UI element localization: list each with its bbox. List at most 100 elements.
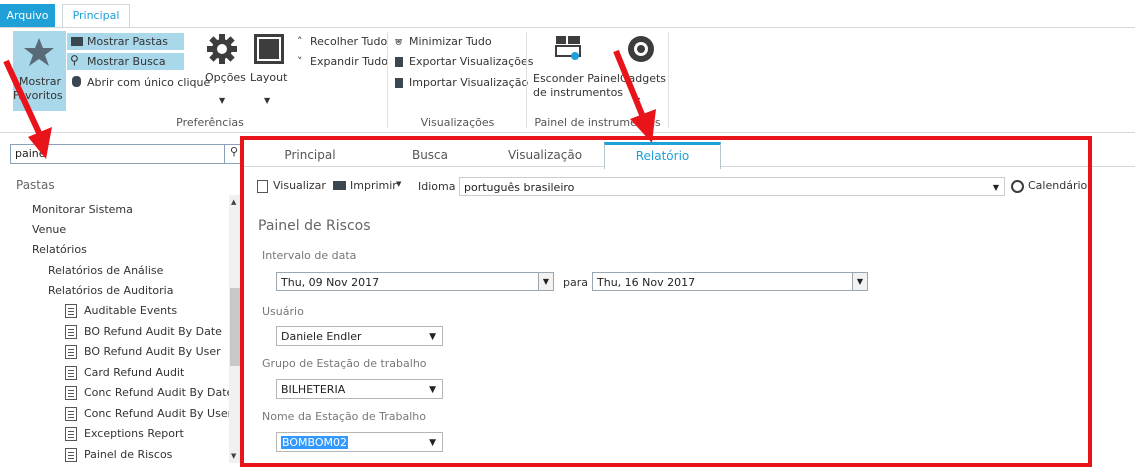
sidebar-scroll-thumb[interactable] xyxy=(230,288,240,366)
document-icon xyxy=(65,448,77,462)
scroll-down-icon[interactable]: ▼ xyxy=(231,452,236,460)
mostrar-busca-label: Mostrar Busca xyxy=(87,55,166,68)
visualizar-button[interactable]: Visualizar xyxy=(257,179,326,195)
esconder-painel-button[interactable]: Esconder Painel de instrumentos xyxy=(530,32,623,102)
report-title: Painel de Riscos xyxy=(258,218,371,234)
dropdown-arrow-icon[interactable]: ▼ xyxy=(852,273,867,290)
mostrar-busca-button[interactable]: ⚲ Mostrar Busca xyxy=(67,53,184,70)
abrir-clique-label: Abrir com único clique xyxy=(87,76,211,89)
dashboard-icon xyxy=(555,36,581,60)
document-icon xyxy=(65,325,77,339)
opcoes-label: Opções xyxy=(205,71,246,84)
search-input[interactable] xyxy=(11,145,220,161)
tree-item-venue[interactable]: Venue xyxy=(32,223,66,236)
tab-relatorio[interactable]: Relatório xyxy=(604,142,721,169)
minimizar-tudo-label: Minimizar Tudo xyxy=(409,35,492,48)
grupo-value: BILHETERIA xyxy=(281,383,346,396)
date-from-picker[interactable]: Thu, 09 Nov 2017 ▼ xyxy=(276,272,554,291)
export-icon xyxy=(395,57,403,67)
tree-item-conc-refund-user[interactable]: Conc Refund Audit By User xyxy=(84,407,232,420)
nome-label: Nome da Estação de Trabalho xyxy=(262,410,427,423)
usuario-select[interactable]: Daniele Endler ▼ xyxy=(276,326,443,346)
intervalo-label: Intervalo de data xyxy=(262,249,357,262)
imprimir-label: Imprimir xyxy=(350,179,397,192)
expandir-tudo-label: Expandir Tudo xyxy=(310,55,388,68)
exportar-visualizacoes-button[interactable]: Exportar Visualizações xyxy=(393,55,533,71)
gadgets-button[interactable]: Gadgets ▼ xyxy=(618,32,668,112)
visualizar-label: Visualizar xyxy=(273,179,326,192)
preview-icon xyxy=(257,180,268,193)
usuario-label: Usuário xyxy=(262,305,304,318)
usuario-value: Daniele Endler xyxy=(281,330,362,343)
document-icon xyxy=(65,407,77,421)
exportar-visualizacoes-label: Exportar Visualizações xyxy=(409,55,534,68)
tree-item-conc-refund-date[interactable]: Conc Refund Audit By Date/ xyxy=(84,386,237,399)
group-label-painel: Painel de instrumentos xyxy=(534,116,661,129)
tab-visualizacao[interactable]: Visualização xyxy=(490,147,600,166)
idioma-select[interactable]: português brasileiro ▼ xyxy=(459,177,1005,196)
chevron-down-icon: ▼ xyxy=(634,96,641,105)
folder-icon xyxy=(71,37,83,46)
pastas-heading: Pastas xyxy=(16,178,55,192)
imprimir-button[interactable]: Imprimir ▼ xyxy=(333,179,408,195)
chevron-down-icon: ▼ xyxy=(264,96,271,105)
date-to-picker[interactable]: Thu, 16 Nov 2017 ▼ xyxy=(592,272,868,291)
tree-item-painel-riscos[interactable]: Painel de Riscos xyxy=(84,448,172,461)
search-icon: ⚲ xyxy=(70,53,79,67)
chevron-down-icon: ▼ xyxy=(429,332,436,342)
recolher-tudo-button[interactable]: ˄ Recolher Tudo xyxy=(293,35,388,51)
grupo-label: Grupo de Estação de trabalho xyxy=(262,357,427,370)
tree-item-auditable-events[interactable]: Auditable Events xyxy=(84,304,177,317)
importar-visualizacao-label: Importar Visualização xyxy=(409,76,529,89)
calendario-button[interactable]: Calendário xyxy=(1011,179,1087,195)
document-icon xyxy=(65,345,77,359)
layout-button[interactable]: Layout ▼ xyxy=(247,32,287,122)
mostrar-favoritos-label-1: Mostrar xyxy=(19,75,62,88)
expandir-tudo-button[interactable]: ˅ Expandir Tudo xyxy=(293,55,388,71)
ribbon: Mostrar Favoritos Mostrar Pastas ⚲ Mostr… xyxy=(0,27,1135,133)
ribbon-divider xyxy=(526,32,527,128)
ribbon-divider xyxy=(387,32,388,128)
mostrar-favoritos-label-2: Favoritos xyxy=(13,89,63,102)
nome-select[interactable]: BOMBOM02 ▼ xyxy=(276,432,443,452)
esconder-painel-label-2: de instrumentos xyxy=(533,86,624,99)
ribbon-divider xyxy=(668,32,669,128)
mostrar-pastas-button[interactable]: Mostrar Pastas xyxy=(67,33,184,50)
opcoes-button[interactable]: Opções ▼ xyxy=(202,32,246,122)
tree-item-relatorios-analise[interactable]: Relatórios de Análise xyxy=(48,264,163,277)
star-icon xyxy=(24,38,54,66)
tab-arquivo[interactable]: Arquivo xyxy=(0,4,55,28)
tree-item-relatorios[interactable]: Relatórios xyxy=(32,243,87,256)
printer-icon xyxy=(333,181,346,190)
grupo-select[interactable]: BILHETERIA ▼ xyxy=(276,379,443,399)
tree-item-card-refund[interactable]: Card Refund Audit xyxy=(84,366,184,379)
tree-item-relatorios-auditoria[interactable]: Relatórios de Auditoria xyxy=(48,284,173,297)
document-icon xyxy=(65,304,77,318)
dropdown-arrow-icon[interactable]: ▼ xyxy=(538,273,553,290)
nome-value: BOMBOM02 xyxy=(281,436,349,449)
para-label: para xyxy=(563,276,588,289)
layout-icon xyxy=(254,34,284,64)
group-label-preferencias: Preferências xyxy=(176,116,244,129)
tab-principal-content[interactable]: Principal xyxy=(250,147,370,166)
tree-item-exceptions[interactable]: Exceptions Report xyxy=(84,427,184,440)
recolher-tudo-label: Recolher Tudo xyxy=(310,35,388,48)
idioma-label: Idioma xyxy=(418,180,456,193)
abrir-clique-button[interactable]: Abrir com único clique xyxy=(67,74,211,91)
scroll-up-icon[interactable]: ▲ xyxy=(231,198,236,206)
chevron-down-icon: ▼ xyxy=(429,385,436,395)
tree-item-bo-refund-user[interactable]: BO Refund Audit By User xyxy=(84,345,221,358)
idioma-value: português brasileiro xyxy=(464,181,575,194)
collapse-icon: ˄ xyxy=(297,35,303,48)
sidebar-search[interactable]: ⚲ xyxy=(10,144,244,164)
date-from-value: Thu, 09 Nov 2017 xyxy=(281,276,380,289)
tree-item-monitorar[interactable]: Monitorar Sistema xyxy=(32,203,133,216)
search-button[interactable]: ⚲ xyxy=(224,145,243,163)
tab-busca[interactable]: Busca xyxy=(380,147,480,166)
mostrar-favoritos-button[interactable]: Mostrar Favoritos xyxy=(13,31,66,111)
importar-visualizacao-button[interactable]: Importar Visualização xyxy=(393,76,528,92)
tab-principal[interactable]: Principal xyxy=(62,4,130,27)
mouse-icon xyxy=(72,76,81,87)
minimizar-tudo-button[interactable]: ⩐ Minimizar Tudo xyxy=(393,35,523,51)
tree-item-bo-refund-date[interactable]: BO Refund Audit By Date xyxy=(84,325,222,338)
